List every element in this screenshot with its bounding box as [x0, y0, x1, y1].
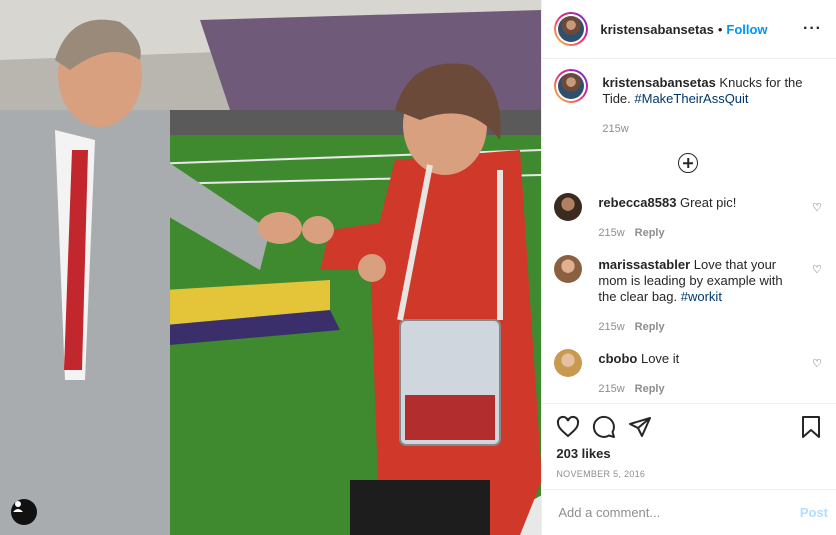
likes-count[interactable]: 203 likes — [556, 446, 822, 461]
commenter-avatar[interactable] — [554, 193, 583, 221]
add-comment-bar: Post — [542, 489, 836, 535]
comment-time[interactable]: 215w — [598, 383, 624, 395]
caption: kristensabansetas Knucks for the Tide. #… — [554, 69, 822, 137]
caption-username[interactable]: kristensabansetas — [602, 75, 715, 90]
post-sidebar: kristensabansetas • Follow ··· kristensa… — [541, 0, 836, 535]
post-actions: 203 likes NOVEMBER 5, 2016 — [542, 403, 836, 489]
header-username[interactable]: kristensabansetas — [600, 22, 713, 37]
comment-text: Love it — [637, 351, 680, 366]
comment-hashtag[interactable]: #workit — [681, 289, 722, 304]
post-date[interactable]: NOVEMBER 5, 2016 — [556, 469, 822, 479]
reply-button[interactable]: Reply — [635, 321, 665, 333]
comment-icon[interactable] — [592, 415, 616, 439]
commenter-avatar[interactable] — [554, 255, 583, 283]
photo-illustration — [0, 0, 542, 535]
comment-text: Great pic! — [676, 195, 737, 210]
comment-item: cbobo Love it 215w Reply ♡ — [554, 349, 822, 397]
user-tag-icon[interactable] — [11, 499, 37, 525]
comment-like-heart-icon[interactable]: ♡ — [812, 201, 822, 214]
comment-like-heart-icon[interactable]: ♡ — [812, 357, 822, 370]
more-options-icon[interactable]: ··· — [803, 20, 822, 38]
comment-time[interactable]: 215w — [598, 321, 624, 333]
comment-like-heart-icon[interactable]: ♡ — [812, 263, 822, 276]
load-more-comments-icon[interactable] — [678, 153, 699, 173]
comment-item: rebecca8583 Great pic! 215w Reply ♡ — [554, 193, 822, 241]
reply-button[interactable]: Reply — [635, 227, 665, 239]
share-icon[interactable] — [628, 415, 652, 439]
comment-time[interactable]: 215w — [598, 227, 624, 239]
separator-dot: • — [717, 21, 723, 37]
comment-input[interactable] — [556, 504, 800, 521]
post-button[interactable]: Post — [800, 505, 828, 520]
post-photo[interactable] — [0, 0, 542, 535]
commenter-avatar[interactable] — [554, 349, 583, 377]
post-header: kristensabansetas • Follow ··· — [542, 0, 836, 59]
comment-item: marissastabler Love that your mom is lea… — [554, 255, 822, 335]
instagram-post: kristensabansetas • Follow ··· kristensa… — [0, 0, 836, 535]
comments-list[interactable]: kristensabansetas Knucks for the Tide. #… — [542, 59, 836, 403]
bookmark-icon[interactable] — [800, 415, 822, 439]
follow-button[interactable]: Follow — [726, 22, 767, 37]
caption-hashtag[interactable]: #MakeTheirAssQuit — [634, 91, 748, 106]
comment-username[interactable]: cbobo — [598, 351, 637, 366]
comment-username[interactable]: rebecca8583 — [598, 195, 676, 210]
avatar[interactable] — [554, 12, 589, 46]
caption-time[interactable]: 215w — [602, 123, 628, 135]
caption-avatar[interactable] — [554, 69, 589, 103]
comment-username[interactable]: marissastabler — [598, 257, 690, 272]
heart-icon[interactable] — [556, 415, 580, 439]
reply-button[interactable]: Reply — [635, 383, 665, 395]
